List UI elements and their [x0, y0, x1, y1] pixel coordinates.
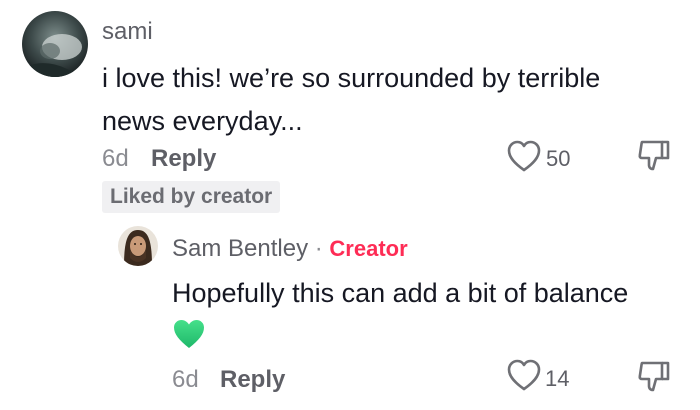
reply-button[interactable]: Reply [151, 145, 216, 173]
heart-outline-icon [507, 140, 541, 172]
comment-username[interactable]: sami [102, 18, 153, 46]
creator-tag: Creator [329, 236, 408, 261]
reply-avatar[interactable] [118, 226, 158, 266]
thumbs-down-outline-icon [638, 140, 670, 171]
avatar[interactable] [22, 11, 88, 77]
like-count: 50 [546, 146, 571, 171]
comment-text-line-1: i love this! we’re so surrounded by terr… [102, 63, 601, 93]
reply-like-button[interactable] [506, 358, 542, 392]
reply-avatar-image-icon [118, 226, 158, 266]
separator-dot: · [314, 235, 323, 262]
green-heart-icon [174, 320, 204, 348]
heart-outline-icon [507, 359, 541, 391]
green-heart-emoji [172, 318, 206, 350]
dislike-button[interactable] [636, 138, 672, 174]
comment-text-line-2: news everyday... [102, 106, 303, 136]
reply-dislike-button[interactable] [636, 359, 672, 395]
reply-timestamp: 6d [172, 366, 199, 393]
like-button[interactable] [506, 139, 542, 173]
reply-reply-button[interactable]: Reply [220, 366, 285, 394]
liked-by-creator-badge: Liked by creator [102, 181, 281, 213]
comment-timestamp: 6d [102, 145, 129, 172]
avatar-image-icon [22, 11, 88, 77]
thumbs-down-outline-icon [638, 361, 670, 392]
reply-username[interactable]: Sam Bentley [172, 235, 308, 262]
reply-like-count: 14 [545, 366, 570, 391]
reply-text: Hopefully this can add a bit of balance [172, 278, 629, 308]
reply-header: Sam Bentley · Creator [172, 235, 408, 263]
